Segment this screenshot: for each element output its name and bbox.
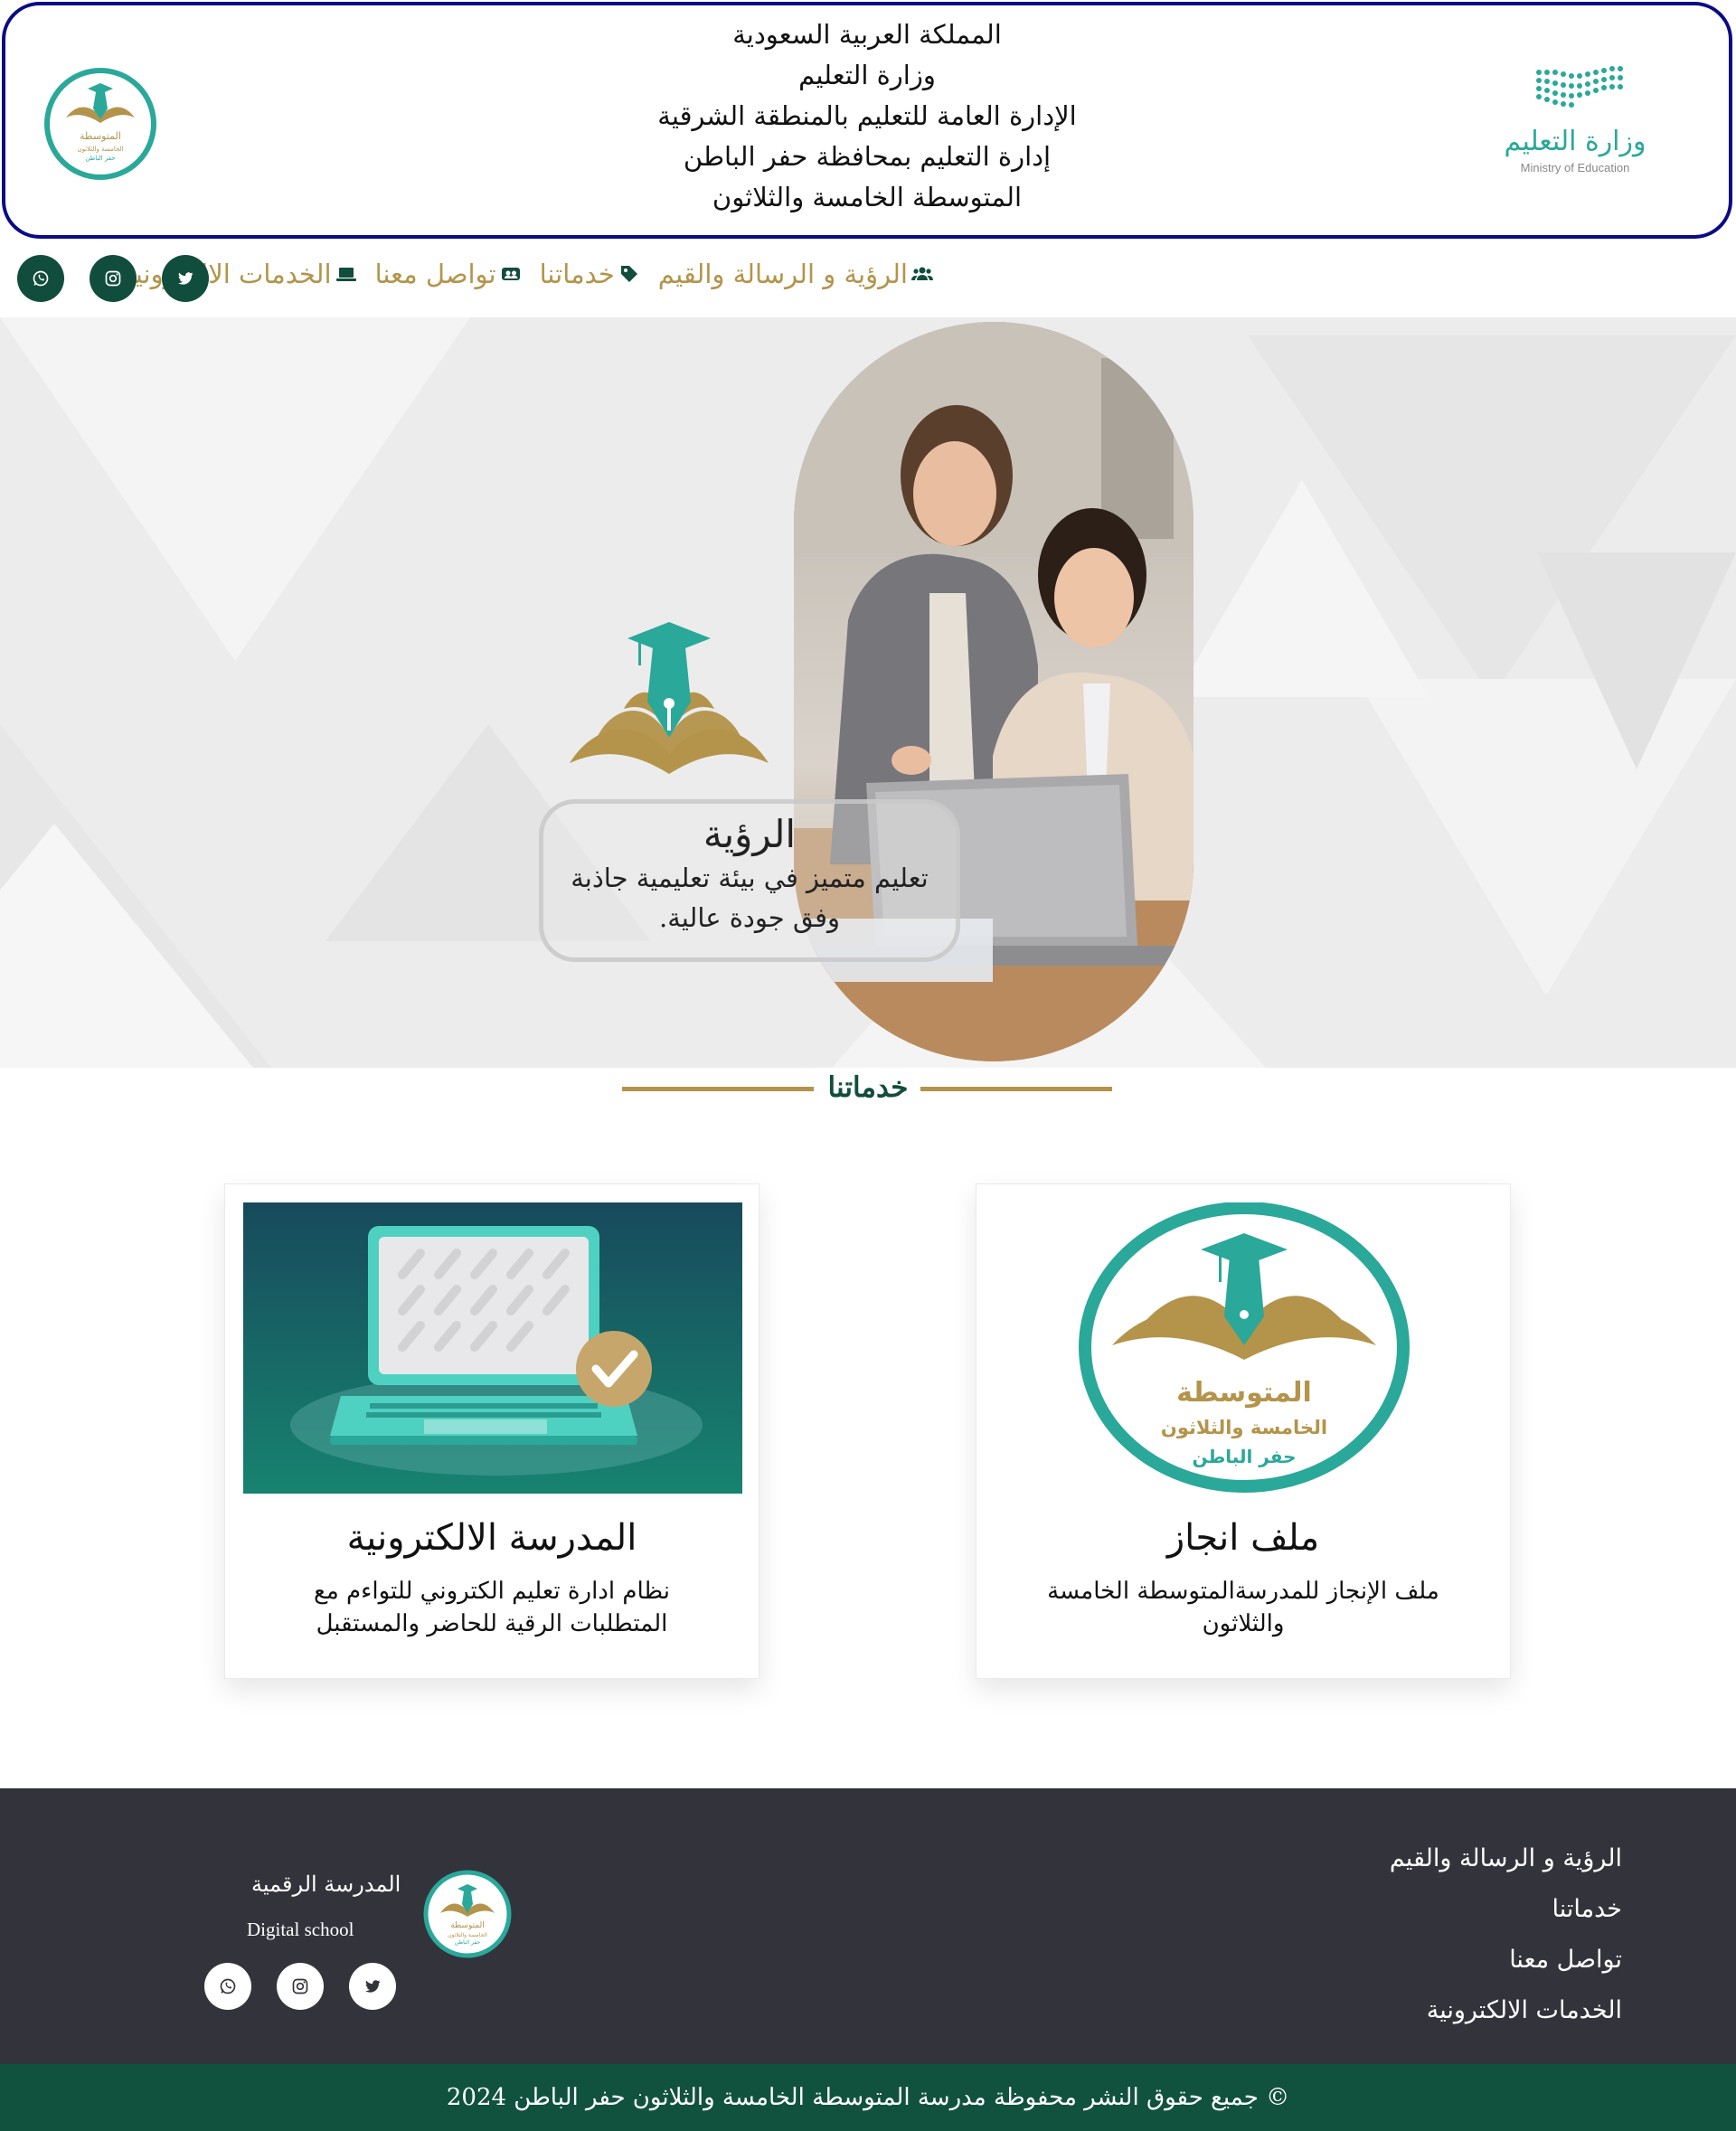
card-title: المدرسة الالكترونية xyxy=(346,1517,637,1559)
nav-item-vision[interactable]: الرؤية و الرسالة والقيم xyxy=(658,259,933,289)
whatsapp-button[interactable] xyxy=(17,255,64,302)
header-titles: المملكة العربية السعودية وزارة التعليم ا… xyxy=(5,14,1729,218)
header-card: وزارة التعليم Ministry of Education المم… xyxy=(2,2,1732,239)
footer-link-services[interactable]: خدماتنا xyxy=(1390,1884,1622,1935)
footer-brand-arabic: المدرسة الرقمية xyxy=(251,1872,401,1897)
svg-text:حفر الباطن: حفر الباطن xyxy=(85,155,115,162)
twitter-button[interactable] xyxy=(349,1963,396,2010)
nav-item-label: خدماتنا xyxy=(539,259,615,289)
header-line: إدارة التعليم بمحافظة حفر الباطن xyxy=(683,141,1052,172)
card-description: نظام ادارة تعليم الكتروني للتواءم مع الم… xyxy=(314,1578,670,1637)
svg-text:المتوسطة: المتوسطة xyxy=(450,1921,485,1930)
footer-brand-english: Digital school xyxy=(247,1919,354,1940)
footer-link-eservices[interactable]: الخدمات الالكترونية xyxy=(1390,1985,1622,2036)
header-line: الإدارة العامة للتعليم بالمنطقة الشرقية xyxy=(657,100,1077,131)
school-logo[interactable]: المتوسطة الخامسة والثلاثون حفر الباطن xyxy=(43,67,157,181)
svg-text:حفر الباطن: حفر الباطن xyxy=(1192,1446,1296,1467)
whatsapp-icon xyxy=(220,1978,236,1994)
tag-icon xyxy=(620,266,637,282)
nav-item-label: تواصل معنا xyxy=(374,259,496,289)
services-heading: خدماتنا xyxy=(0,1067,1736,1112)
main-nav: الرؤية و الرسالة والقيم خدماتنا تواصل مع… xyxy=(0,242,1736,315)
users-icon xyxy=(911,267,933,280)
nav-social-links xyxy=(17,255,209,302)
footer-links: الرؤية و الرسالة والقيم خدماتنا تواصل مع… xyxy=(1390,1834,1622,2036)
hero-section: الرؤية تعليم متميز في بيئة تعليمية جاذبة… xyxy=(0,317,1736,1068)
nav-item-contact[interactable]: تواصل معنا xyxy=(375,259,522,289)
svg-text:الخامسة والثلاثون: الخامسة والثلاثون xyxy=(77,146,123,153)
copyright-bar: © جميع حقوق النشر محفوظة مدرسة المتوسطة … xyxy=(0,2064,1736,2131)
svg-text:الخامسة والثلاثون: الخامسة والثلاثون xyxy=(1161,1417,1327,1438)
twitter-icon xyxy=(178,272,193,285)
footer-school-logo: المتوسطة الخامسة والثلاثون حفر الباطن xyxy=(423,1870,512,1958)
service-card-portfolio[interactable]: المتوسطة الخامسة والثلاثون حفر الباطن مل… xyxy=(976,1183,1511,1679)
card-title: ملف انجاز xyxy=(1166,1517,1320,1559)
header-line: المملكة العربية السعودية xyxy=(732,19,1002,50)
services-title: خدماتنا xyxy=(827,1071,909,1104)
school-emblem xyxy=(570,622,769,774)
vision-title: الرؤية xyxy=(703,812,797,856)
footer-social-links xyxy=(204,1963,396,2010)
nav-links: الرؤية و الرسالة والقيم خدماتنا تواصل مع… xyxy=(121,259,933,289)
footer: الرؤية و الرسالة والقيم خدماتنا تواصل مع… xyxy=(0,1788,1736,2064)
svg-text:حفر الباطن: حفر الباطن xyxy=(455,1939,481,1946)
header-line: وزارة التعليم xyxy=(798,60,936,90)
instagram-button[interactable] xyxy=(277,1963,324,2010)
nav-item-label: الرؤية و الرسالة والقيم xyxy=(657,259,908,289)
laptop-icon xyxy=(335,268,356,281)
contact-icon xyxy=(501,268,520,280)
instagram-icon xyxy=(292,1978,308,1994)
nav-item-services[interactable]: خدماتنا xyxy=(540,259,640,289)
service-card-eschool[interactable]: المدرسة الالكترونية نظام ادارة تعليم الك… xyxy=(224,1183,760,1679)
footer-link-contact[interactable]: تواصل معنا xyxy=(1390,1935,1622,1985)
twitter-icon xyxy=(365,1980,381,1993)
card-description: ملف الإنجاز للمدرسةالمتوسطة الخامسة والث… xyxy=(1047,1578,1439,1637)
vision-box: الرؤية تعليم متميز في بيئة تعليمية جاذبة… xyxy=(539,799,960,962)
instagram-button[interactable] xyxy=(90,255,137,302)
whatsapp-button[interactable] xyxy=(204,1963,251,2010)
svg-text:الخامسة والثلاثون: الخامسة والثلاثون xyxy=(448,1932,487,1938)
school-logo-large: المتوسطة الخامسة والثلاثون حفر الباطن xyxy=(995,1202,1494,1494)
svg-text:المتوسطة: المتوسطة xyxy=(80,130,121,142)
footer-link-vision[interactable]: الرؤية و الرسالة والقيم xyxy=(1390,1834,1622,1884)
whatsapp-icon xyxy=(33,270,49,287)
twitter-button[interactable] xyxy=(162,255,209,302)
instagram-icon xyxy=(105,270,121,287)
laptop-check-illustration xyxy=(243,1202,742,1494)
vision-text: تعليم متميز في بيئة تعليمية جاذبة وفق جو… xyxy=(571,863,929,933)
header-line: المتوسطة الخامسة والثلاثون xyxy=(712,182,1023,212)
svg-text:المتوسطة: المتوسطة xyxy=(1176,1377,1312,1409)
